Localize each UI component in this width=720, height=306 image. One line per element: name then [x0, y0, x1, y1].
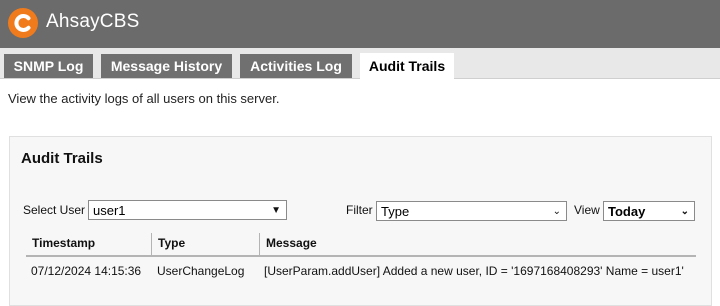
- column-header-timestamp[interactable]: Timestamp: [32, 236, 95, 250]
- tab-message-history[interactable]: Message History: [101, 54, 232, 78]
- column-header-type[interactable]: Type: [158, 236, 185, 250]
- filter-value: Type: [381, 204, 410, 219]
- panel-title: Audit Trails: [21, 150, 103, 167]
- table-header: Timestamp Type Message: [26, 233, 696, 257]
- view-dropdown[interactable]: Today ⌄: [603, 201, 695, 221]
- select-user-label: Select User: [23, 203, 86, 217]
- tab-audit-trails[interactable]: Audit Trails: [360, 53, 454, 79]
- chevron-down-icon: ⌄: [552, 206, 561, 217]
- tab-snmp-log[interactable]: SNMP Log: [4, 54, 93, 78]
- ahsay-logo-icon[interactable]: [8, 8, 38, 38]
- view-label: View: [574, 203, 600, 217]
- cell-timestamp: 07/12/2024 14:15:36: [31, 264, 142, 278]
- column-divider[interactable]: [151, 233, 152, 255]
- filter-dropdown[interactable]: Type ⌄: [376, 201, 567, 221]
- tab-activities-log[interactable]: Activities Log: [240, 54, 352, 78]
- dropdown-arrow-icon: ▼: [271, 205, 281, 216]
- top-bar: AhsayCBS: [0, 0, 720, 48]
- audit-trails-panel: Audit Trails Select User user1 ▼ Filter …: [9, 136, 712, 306]
- column-divider[interactable]: [259, 233, 260, 255]
- select-user-dropdown[interactable]: user1 ▼: [88, 200, 287, 220]
- cell-message: [UserParam.addUser] Added a new user, ID…: [264, 264, 684, 278]
- chevron-down-icon: ⌄: [680, 206, 689, 217]
- cell-type: UserChangeLog: [157, 264, 245, 278]
- select-user-value: user1: [93, 203, 126, 218]
- page-description: View the activity logs of all users on t…: [8, 91, 280, 106]
- tab-bar: SNMP Log Message History Activities Log …: [0, 48, 720, 79]
- view-value: Today: [608, 204, 646, 219]
- table-row[interactable]: 07/12/2024 14:15:36 UserChangeLog [UserP…: [26, 261, 696, 283]
- filter-label: Filter: [346, 203, 373, 217]
- app-brand: AhsayCBS: [46, 11, 140, 32]
- column-header-message[interactable]: Message: [266, 236, 317, 250]
